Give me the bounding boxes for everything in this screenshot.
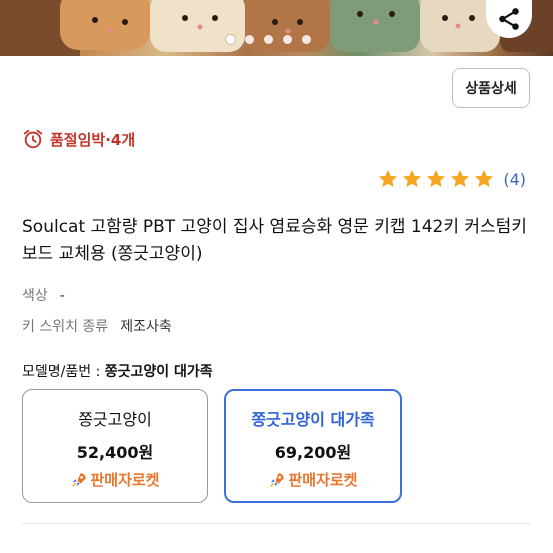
star-icon xyxy=(379,169,398,188)
model-label-prefix: 모델명/품번 : xyxy=(22,364,105,380)
option-price: 52,400원 xyxy=(76,443,154,462)
carousel-dot[interactable] xyxy=(226,34,235,44)
product-title: Soulcat 고함량 PBT 고양이 집사 염료승화 영문 키캡 142키 커… xyxy=(22,217,527,264)
option-card[interactable]: 쫑긋고양이 52,400원 판매자로켓 xyxy=(22,389,208,503)
spec-row-color: 색상 - xyxy=(22,285,65,305)
product-image-carousel[interactable] xyxy=(0,0,553,56)
carousel-dots xyxy=(226,33,311,45)
star-icon xyxy=(451,169,470,188)
star-icon xyxy=(475,169,494,188)
carousel-dot[interactable] xyxy=(283,34,292,44)
alarm-clock-icon xyxy=(23,129,43,149)
spec-label: 키 스위치 종류 xyxy=(22,319,109,335)
option-price: 69,200원 xyxy=(274,443,352,462)
low-stock-notice: 품절임박·4개 xyxy=(22,126,135,152)
model-label: 모델명/품번 : 쫑긋고양이 대가족 xyxy=(22,361,213,381)
carousel-dot[interactable] xyxy=(245,34,254,44)
option-name: 쫑긋고양이 대가족 xyxy=(251,410,375,429)
cat-keycaps-image xyxy=(0,0,553,56)
rocket-icon xyxy=(72,472,87,487)
spec-value: 제조사축 xyxy=(120,319,172,335)
option-card-selected[interactable]: 쫑긋고양이 대가족 69,200원 판매자로켓 xyxy=(224,389,402,503)
model-value: 쫑긋고양이 대가족 xyxy=(104,364,213,380)
rocket-badge-label: 판매자로켓 xyxy=(90,471,160,489)
carousel-dot[interactable] xyxy=(302,34,311,44)
rocket-badge: 판매자로켓 xyxy=(226,469,400,490)
star-icon xyxy=(427,169,446,188)
rating[interactable]: (4) xyxy=(377,166,526,192)
product-detail-button[interactable]: 상품상세 xyxy=(452,68,530,108)
low-stock-text: 품절임박·4개 xyxy=(50,130,136,149)
option-name: 쫑긋고양이 xyxy=(78,410,152,429)
rocket-icon xyxy=(270,472,285,487)
review-count[interactable]: (4) xyxy=(503,170,526,189)
carousel-dot[interactable] xyxy=(264,34,273,44)
share-icon xyxy=(499,8,519,30)
spec-row-switch: 키 스위치 종류 제조사축 xyxy=(22,316,172,336)
star-icon xyxy=(403,169,422,188)
spec-label: 색상 xyxy=(22,288,48,304)
rocket-badge: 판매자로켓 xyxy=(23,469,207,490)
spec-value: - xyxy=(59,288,65,304)
divider xyxy=(22,523,531,524)
rocket-badge-label: 판매자로켓 xyxy=(288,471,358,489)
